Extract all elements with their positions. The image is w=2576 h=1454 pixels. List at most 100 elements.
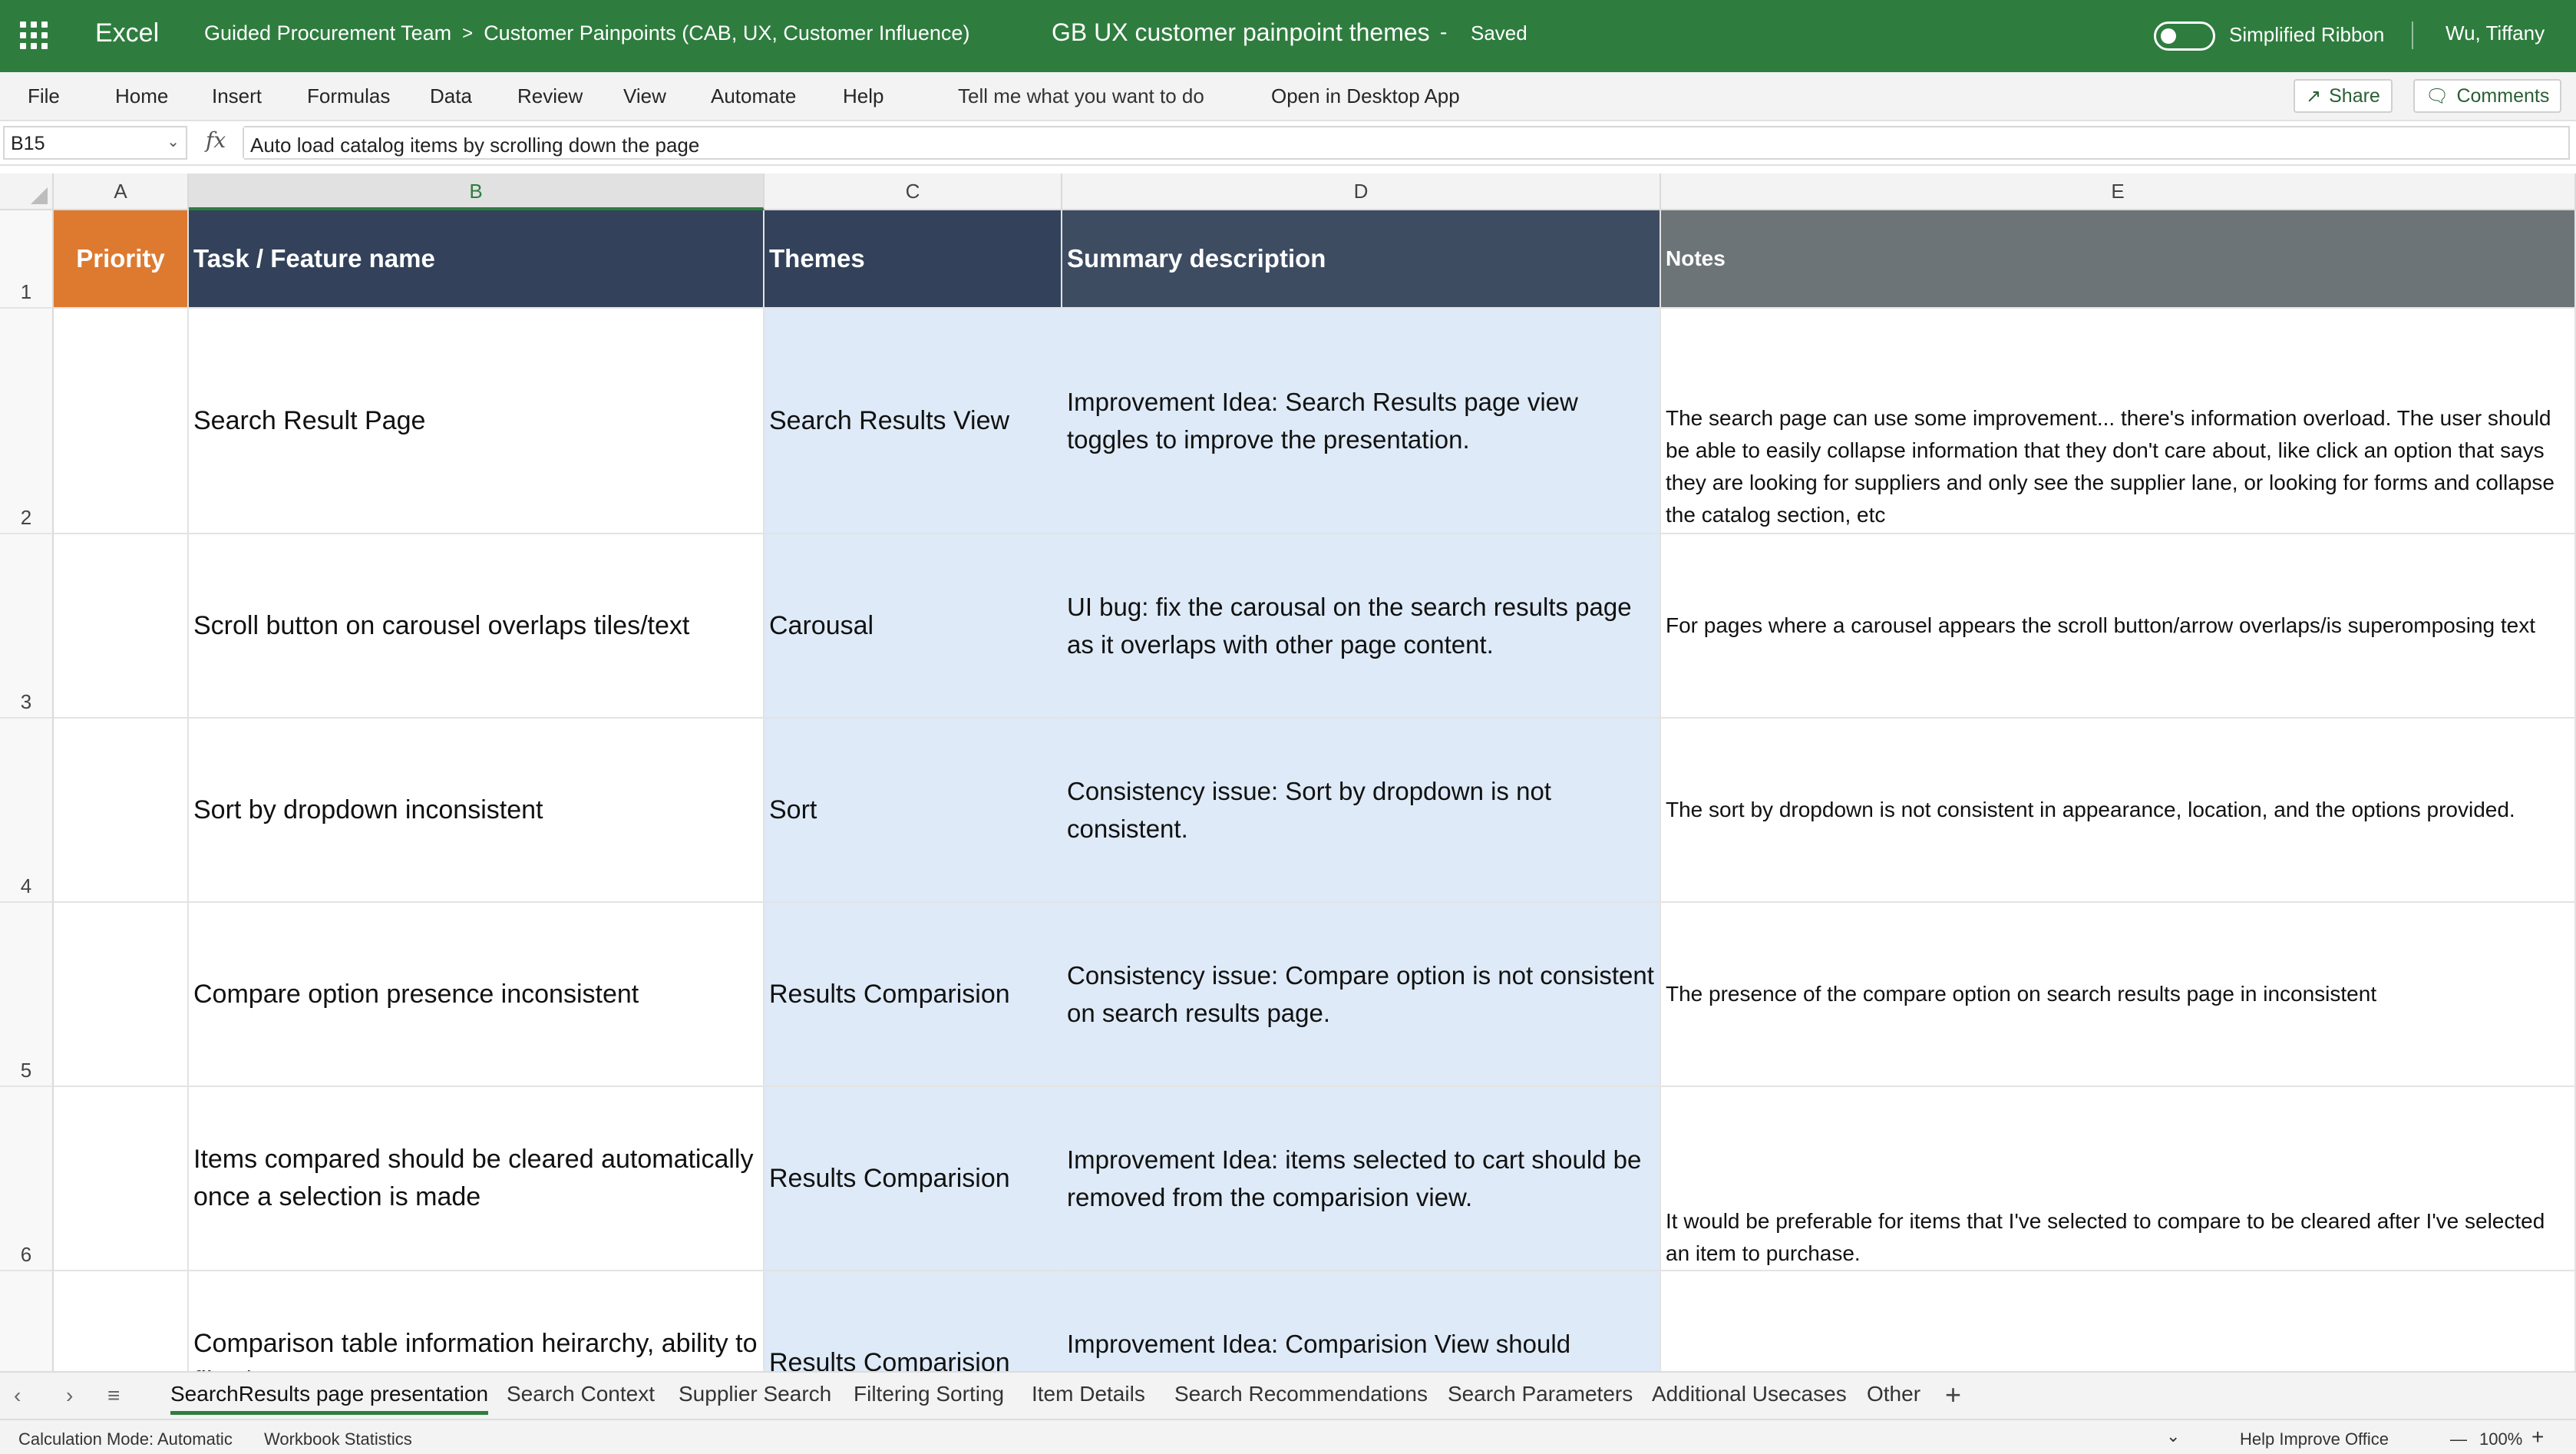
tell-me-search[interactable]: Tell me what you want to do: [958, 84, 1204, 108]
name-box[interactable]: B15 ⌄: [3, 126, 187, 160]
task-cell[interactable]: Sort by dropdown inconsistent: [189, 719, 765, 903]
menu-insert[interactable]: Insert: [212, 84, 262, 108]
notes-cell[interactable]: The search page can use some improvement…: [1661, 309, 2576, 534]
comments-button[interactable]: 🗨 Comments: [2413, 79, 2562, 113]
menu-view[interactable]: View: [623, 84, 666, 108]
sheet-tab-filtering-sorting[interactable]: Filtering Sorting: [854, 1382, 1004, 1406]
column-header-c[interactable]: C: [765, 173, 1062, 210]
sheet-tab-additional-usecases[interactable]: Additional Usecases: [1652, 1382, 1847, 1406]
notes-cell[interactable]: The sort by dropdown is not consistent i…: [1661, 719, 2576, 903]
task-cell[interactable]: Compare option presence inconsistent: [189, 903, 765, 1087]
row-header[interactable]: 3: [0, 534, 54, 719]
priority-cell[interactable]: [54, 1087, 189, 1271]
column-header-a[interactable]: A: [54, 173, 189, 210]
help-improve-office-link[interactable]: Help Improve Office: [2240, 1429, 2389, 1449]
row-header[interactable]: 2: [0, 309, 54, 534]
all-sheets-icon[interactable]: ≡: [107, 1383, 120, 1408]
tab-next-icon[interactable]: ›: [66, 1383, 73, 1408]
priority-cell[interactable]: [54, 534, 189, 719]
select-all-corner[interactable]: [0, 173, 54, 210]
menu-help[interactable]: Help: [843, 84, 883, 108]
sheet-tab-searchresults-page-presentation[interactable]: SearchResults page presentation: [170, 1382, 489, 1415]
zoom-level[interactable]: 100%: [2479, 1429, 2522, 1449]
ribbon-menu-bar: File Home Insert Formulas Data Review Vi…: [0, 72, 2576, 121]
menu-automate[interactable]: Automate: [711, 84, 796, 108]
column-header-d[interactable]: D: [1062, 173, 1661, 210]
titlebar-divider: [2412, 21, 2413, 49]
task-cell[interactable]: Items compared should be cleared automat…: [189, 1087, 765, 1271]
select-all-icon: [31, 187, 48, 204]
insert-function-icon[interactable]: fx: [206, 127, 226, 153]
sheet-tab-search-recommendations[interactable]: Search Recommendations: [1174, 1382, 1428, 1406]
open-in-desktop-button[interactable]: Open in Desktop App: [1271, 84, 1460, 108]
header-cell-themes[interactable]: Themes: [765, 210, 1062, 309]
sheet-tab-supplier-search[interactable]: Supplier Search: [679, 1382, 831, 1406]
formula-input[interactable]: Auto load catalog items by scrolling dow…: [244, 126, 2570, 160]
row-header[interactable]: 7: [0, 1271, 54, 1371]
notes-cell[interactable]: For pages where a carousel appears the s…: [1661, 534, 2576, 719]
header-cell-summary[interactable]: Summary description: [1062, 210, 1661, 309]
app-name[interactable]: Excel: [95, 18, 159, 48]
summary-cell[interactable]: Improvement Idea: items selected to cart…: [1062, 1087, 1661, 1271]
share-button[interactable]: ↗ Share: [2294, 79, 2393, 113]
menu-data[interactable]: Data: [430, 84, 472, 108]
menu-formulas[interactable]: Formulas: [307, 84, 390, 108]
task-cell[interactable]: Search Result Page: [189, 309, 765, 534]
document-title[interactable]: GB UX customer painpoint themes: [1052, 18, 1430, 47]
zoom-out-button[interactable]: —: [2450, 1429, 2467, 1449]
notes-cell[interactable]: [1661, 1271, 2576, 1371]
user-account[interactable]: Wu, Tiffany: [2446, 21, 2545, 45]
title-bar: Excel Guided Procurement Team > Customer…: [0, 0, 2576, 72]
zoom-in-button[interactable]: +: [2531, 1425, 2544, 1449]
row-header[interactable]: 5: [0, 903, 54, 1087]
row-header[interactable]: 4: [0, 719, 54, 903]
priority-cell[interactable]: [54, 903, 189, 1087]
theme-cell[interactable]: Sort: [765, 719, 1062, 903]
priority-cell[interactable]: [54, 719, 189, 903]
theme-cell[interactable]: Search Results View: [765, 309, 1062, 534]
priority-cell[interactable]: [54, 309, 189, 534]
menu-home[interactable]: Home: [115, 84, 168, 108]
formula-bar: B15 ⌄ fx Auto load catalog items by scro…: [0, 121, 2576, 166]
app-launcher-icon[interactable]: [20, 21, 48, 49]
summary-cell[interactable]: Improvement Idea: Search Results page vi…: [1062, 309, 1661, 534]
menu-review[interactable]: Review: [517, 84, 583, 108]
summary-cell[interactable]: Consistency issue: Compare option is not…: [1062, 903, 1661, 1087]
sheet-tab-search-context[interactable]: Search Context: [507, 1382, 655, 1406]
theme-cell[interactable]: Results Comparision: [765, 1271, 1062, 1371]
summary-cell[interactable]: Consistency issue: Sort by dropdown is n…: [1062, 719, 1661, 903]
workbook-statistics-button[interactable]: Workbook Statistics: [264, 1429, 412, 1449]
simplified-ribbon-toggle[interactable]: [2154, 21, 2215, 51]
breadcrumb-item-folder[interactable]: Customer Painpoints (CAB, UX, Customer I…: [484, 21, 969, 45]
summary-cell[interactable]: Improvement Idea: Comparision View shoul…: [1062, 1271, 1661, 1371]
tab-prev-icon[interactable]: ‹: [14, 1383, 21, 1408]
task-cell[interactable]: Comparison table information heirarchy, …: [189, 1271, 765, 1371]
sheet-tab-other[interactable]: Other: [1867, 1382, 1920, 1406]
breadcrumb-item-team[interactable]: Guided Procurement Team: [204, 21, 451, 45]
menu-file[interactable]: File: [28, 84, 60, 108]
column-header-b[interactable]: B: [189, 173, 765, 210]
header-cell-notes[interactable]: Notes: [1661, 210, 2576, 309]
chevron-down-icon[interactable]: ⌄: [167, 132, 180, 151]
header-cell-priority[interactable]: Priority: [54, 210, 189, 309]
task-cell[interactable]: Scroll button on carousel overlaps tiles…: [189, 534, 765, 719]
theme-cell[interactable]: Results Comparision: [765, 1087, 1062, 1271]
header-cell-task[interactable]: Task / Feature name: [189, 210, 765, 309]
name-box-value: B15: [11, 133, 45, 154]
share-label: Share: [2329, 84, 2380, 107]
notes-cell[interactable]: The presence of the compare option on se…: [1661, 903, 2576, 1087]
row-header[interactable]: 6: [0, 1087, 54, 1271]
spreadsheet-grid: A B C D E 1 Priority Task / Feature name…: [0, 166, 2576, 1371]
calculation-mode: Calculation Mode: Automatic: [18, 1429, 233, 1449]
priority-cell[interactable]: [54, 1271, 189, 1371]
sheet-tab-item-details[interactable]: Item Details: [1032, 1382, 1145, 1406]
notes-cell[interactable]: It would be preferable for items that I'…: [1661, 1087, 2576, 1271]
theme-cell[interactable]: Carousal: [765, 534, 1062, 719]
chevron-down-icon[interactable]: ⌄: [2166, 1426, 2180, 1446]
add-sheet-button[interactable]: +: [1945, 1379, 1961, 1411]
column-header-e[interactable]: E: [1661, 173, 2576, 210]
theme-cell[interactable]: Results Comparision: [765, 903, 1062, 1087]
sheet-tab-search-parameters[interactable]: Search Parameters: [1448, 1382, 1633, 1406]
summary-cell[interactable]: UI bug: fix the carousal on the search r…: [1062, 534, 1661, 719]
row-header[interactable]: 1: [0, 210, 54, 309]
